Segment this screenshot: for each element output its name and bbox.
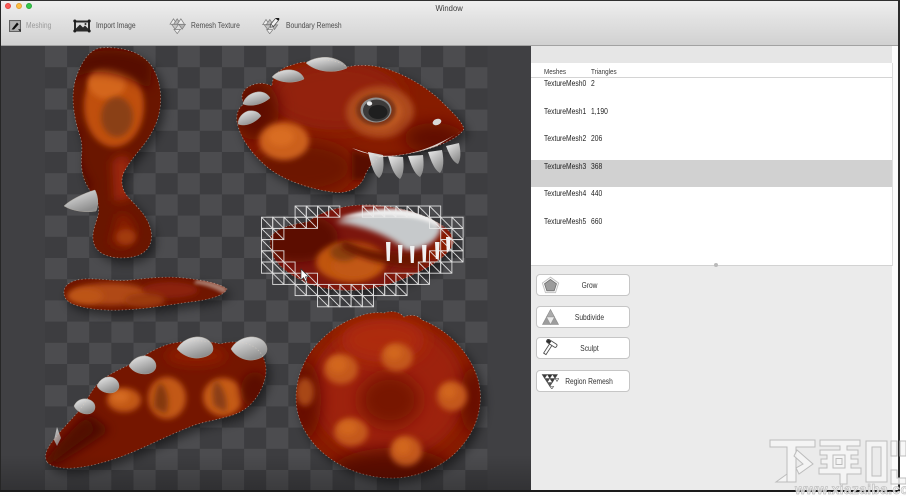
svg-text:www.xiazaiba.com: www.xiazaiba.com	[794, 482, 906, 496]
